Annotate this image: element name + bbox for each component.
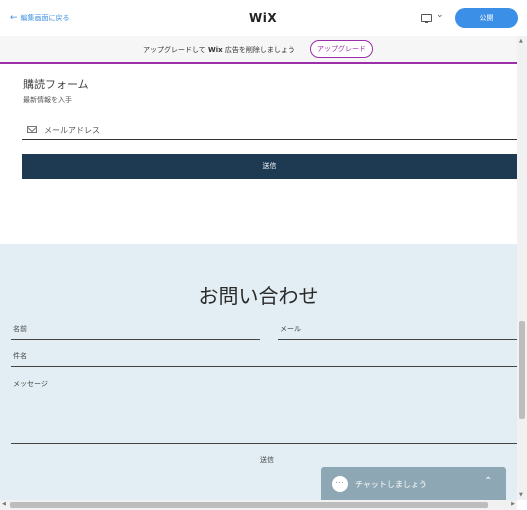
subscribe-form-subtitle: 最新情報を入手 [23, 96, 72, 104]
message-field[interactable] [11, 443, 517, 444]
email-field[interactable] [44, 123, 504, 137]
publish-button[interactable]: 公開 [455, 8, 518, 28]
vertical-scroll-thumb[interactable] [519, 321, 525, 419]
page-content: 購読フォーム 最新情報を入手 送信 お問い合わせ 名前 メール 件名 メッセージ… [0, 64, 517, 500]
contact-title: お問い合わせ [198, 284, 319, 308]
banner-text-before: アップグレードして [143, 46, 209, 54]
chevron-up-icon[interactable]: ⌃ [484, 476, 492, 487]
chat-widget[interactable]: チャットしましょう ⌃ [321, 467, 506, 500]
subscribe-form-title: 購読フォーム [23, 78, 89, 91]
upgrade-button[interactable]: アップグレード [310, 40, 373, 58]
chat-label: チャットしましょう [355, 480, 427, 489]
scroll-right-icon[interactable]: ▶ [511, 501, 515, 507]
contact-email-field[interactable] [278, 339, 517, 340]
name-field[interactable] [11, 339, 260, 340]
banner-text-after: 広告を削除しましょう [222, 46, 295, 54]
wix-logo: WiX [249, 11, 278, 25]
desktop-icon [421, 14, 432, 23]
chat-bubble-icon [332, 476, 348, 492]
subject-field[interactable] [11, 366, 517, 367]
arrow-left-icon: ← [10, 13, 18, 23]
mail-icon [27, 126, 37, 133]
top-bar: ← 編集画面に戻る WiX ⌄ 公開 [0, 0, 527, 36]
upgrade-banner: アップグレードして Wix 広告を削除しましょう アップグレード [0, 36, 517, 64]
chevron-down-icon: ⌄ [436, 10, 444, 20]
subject-field-label: 件名 [13, 352, 27, 360]
scroll-left-icon[interactable]: ◀ [2, 501, 6, 507]
horizontal-scroll-thumb[interactable] [10, 502, 488, 508]
back-label: 編集画面に戻る [20, 14, 70, 22]
scroll-up-icon[interactable]: ▲ [519, 38, 523, 44]
email-field-label: メール [280, 325, 301, 333]
horizontal-scrollbar[interactable]: ◀ ▶ [0, 500, 517, 510]
banner-text-brand: Wix [208, 46, 223, 54]
scroll-down-icon[interactable]: ▼ [519, 492, 523, 498]
contact-section: お問い合わせ 名前 メール 件名 メッセージ 送信 [0, 244, 517, 500]
contact-send-button[interactable]: 送信 [260, 455, 274, 465]
device-switch-button[interactable]: ⌄ [421, 10, 451, 25]
vertical-scrollbar[interactable]: ▲ ▼ [517, 36, 527, 500]
message-field-label: メッセージ [13, 380, 48, 388]
subscribe-submit-button[interactable]: 送信 [22, 154, 517, 179]
email-field-row [22, 121, 517, 140]
banner-text: アップグレードして Wix 広告を削除しましょう [143, 45, 295, 55]
back-to-editor-link[interactable]: ← 編集画面に戻る [10, 13, 70, 23]
name-field-label: 名前 [13, 325, 27, 333]
